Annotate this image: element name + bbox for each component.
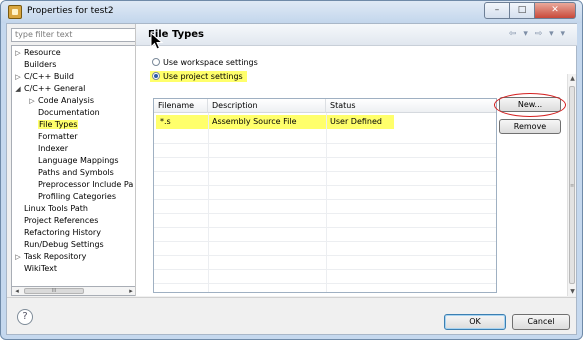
dialog-body: type filter text ▷ Resource Builders ▷ C… xyxy=(6,23,577,335)
row-divider xyxy=(154,171,496,172)
option-label: Use workspace settings xyxy=(163,58,258,67)
tree-item-builders[interactable]: Builders xyxy=(24,59,56,71)
table-row[interactable]: *.s Assembly Source File User Defined xyxy=(156,115,394,129)
row-divider xyxy=(154,213,496,214)
expand-arrow-icon[interactable]: ▷ xyxy=(14,71,22,83)
column-divider xyxy=(326,113,327,292)
tree-item-label: Preprocessor Include Pa xyxy=(38,180,134,189)
window-title: Properties for test2 xyxy=(27,6,114,16)
collapse-arrow-icon[interactable]: ◢ xyxy=(14,83,22,95)
row-divider xyxy=(154,283,496,284)
tree-item-language-mappings[interactable]: Language Mappings xyxy=(38,155,119,167)
radio-selected-icon[interactable] xyxy=(152,72,160,80)
tree-item-profiling-categories[interactable]: Profiling Categories xyxy=(38,191,116,203)
cancel-button[interactable]: Cancel xyxy=(512,314,570,330)
tree-item-label: Resource xyxy=(24,48,61,57)
page-vertical-scrollbar[interactable]: ▲ ≡ ▼ xyxy=(567,74,576,296)
tree-item-label: Linux Tools Path xyxy=(24,204,88,213)
history-nav-icons[interactable]: ⇦ ▾ ⇨ ▾ ▾ xyxy=(509,29,567,39)
mouse-cursor-icon xyxy=(150,32,164,50)
project-settings-option[interactable]: Use project settings xyxy=(150,71,247,83)
properties-window: Properties for test2 – □ ✕ type filter t… xyxy=(0,0,583,340)
column-header-status[interactable]: Status xyxy=(326,99,496,113)
tree-item-label: Indexer xyxy=(38,144,68,153)
column-header-description[interactable]: Description xyxy=(208,99,326,113)
file-types-table: Filename Description Status *.s Assembly… xyxy=(153,98,497,293)
row-divider xyxy=(154,227,496,228)
row-divider xyxy=(154,255,496,256)
title-bar[interactable]: Properties for test2 – □ ✕ xyxy=(1,1,582,23)
annotation-circle xyxy=(494,93,566,117)
tree-item-wikitext[interactable]: WikiText xyxy=(24,263,57,275)
expand-arrow-icon[interactable]: ▷ xyxy=(14,251,22,263)
cell-description: Assembly Source File xyxy=(212,117,297,126)
scroll-thumb[interactable]: III xyxy=(24,288,84,294)
file-types-page: File Types ⇦ ▾ ⇨ ▾ ▾ Use workspace setti… xyxy=(135,24,577,296)
tree-item-label: Documentation xyxy=(38,108,100,117)
cell-filename: *.s xyxy=(160,117,171,126)
tree-item-label: Formatter xyxy=(38,132,78,141)
table-header: Filename Description Status xyxy=(154,99,496,113)
workspace-settings-option[interactable]: Use workspace settings xyxy=(152,57,258,69)
cell-status: User Defined xyxy=(330,117,382,126)
tree-item-label: File Types xyxy=(38,120,79,129)
minimize-button[interactable]: – xyxy=(484,2,510,19)
row-divider xyxy=(154,199,496,200)
tree-item-label: Task Repository xyxy=(24,252,87,261)
close-button[interactable]: ✕ xyxy=(534,2,576,19)
tree-item-label: Paths and Symbols xyxy=(38,168,114,177)
scroll-left-icon[interactable]: ◂ xyxy=(12,287,22,295)
expand-arrow-icon[interactable]: ▷ xyxy=(28,95,36,107)
row-divider xyxy=(154,185,496,186)
scroll-down-icon[interactable]: ▼ xyxy=(568,288,577,295)
tree-item-preprocessor-include[interactable]: Preprocessor Include Pa xyxy=(38,179,133,191)
radio-button-icon[interactable] xyxy=(152,58,160,66)
row-divider xyxy=(154,157,496,158)
tree-item-documentation[interactable]: Documentation xyxy=(38,107,100,119)
tree-item-label: C/C++ Build xyxy=(24,72,74,81)
tree-item-refactoring-history[interactable]: Refactoring History xyxy=(24,227,101,239)
tree-item-paths-and-symbols[interactable]: Paths and Symbols xyxy=(38,167,114,179)
remove-button[interactable]: Remove xyxy=(499,119,561,134)
tree-item-label: Run/Debug Settings xyxy=(24,240,104,249)
option-label: Use project settings xyxy=(163,72,243,81)
tree-item-label: Code Analysis xyxy=(38,96,94,105)
property-tree: ▷ Resource Builders ▷ C/C++ Build ◢ C/C+… xyxy=(11,45,137,295)
tree-item-label: Builders xyxy=(24,60,57,69)
page-header: File Types ⇦ ▾ ⇨ ▾ ▾ xyxy=(136,24,577,46)
tree-item-formatter[interactable]: Formatter xyxy=(38,131,78,143)
app-icon xyxy=(8,5,22,19)
scroll-up-icon[interactable]: ▲ xyxy=(568,75,577,82)
help-icon[interactable]: ? xyxy=(17,309,33,325)
tree-item-label: C/C++ General xyxy=(24,84,86,93)
expand-arrow-icon[interactable]: ▷ xyxy=(14,47,22,59)
tree-item-label: Language Mappings xyxy=(38,156,119,165)
tree-item-indexer[interactable]: Indexer xyxy=(38,143,68,155)
ok-button[interactable]: OK xyxy=(444,314,506,330)
row-divider xyxy=(154,143,496,144)
tree-item-project-references[interactable]: Project References xyxy=(24,215,98,227)
row-divider xyxy=(154,241,496,242)
tree-item-label: Refactoring History xyxy=(24,228,101,237)
tree-item-label: Profiling Categories xyxy=(38,192,116,201)
column-divider xyxy=(208,113,209,292)
footer-divider xyxy=(7,297,576,298)
column-header-filename[interactable]: Filename xyxy=(154,99,208,113)
window-controls: – □ ✕ xyxy=(484,2,576,19)
filter-input[interactable]: type filter text xyxy=(11,28,137,42)
tree-item-label: Project References xyxy=(24,216,99,225)
scroll-thumb[interactable]: ≡ xyxy=(569,86,575,284)
tree-item-linux-tools-path[interactable]: Linux Tools Path xyxy=(24,203,88,215)
tree-item-run-debug-settings[interactable]: Run/Debug Settings xyxy=(24,239,104,251)
tree-item-label: WikiText xyxy=(24,264,57,273)
row-divider xyxy=(154,269,496,270)
tree-horizontal-scrollbar[interactable]: ◂ III ▸ xyxy=(11,286,137,296)
maximize-button[interactable]: □ xyxy=(509,2,535,19)
tree-item-file-types[interactable]: File Types xyxy=(38,119,79,131)
